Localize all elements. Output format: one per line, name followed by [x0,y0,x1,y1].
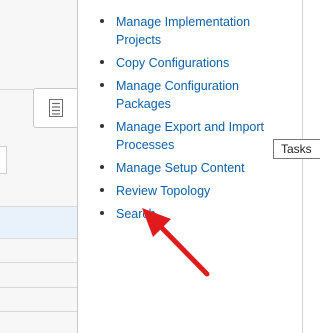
task-link-review-topology[interactable]: Review Topology [116,184,210,198]
background-page [0,0,77,333]
task-link-manage-implementation-projects[interactable]: Manage Implementation Projects [116,15,250,47]
task-link-manage-setup-content[interactable]: Manage Setup Content [116,161,245,175]
divider [0,287,77,288]
tasks-list-icon [49,99,63,117]
tasks-list: Manage Implementation Projects Copy Conf… [97,13,287,228]
task-link-manage-export-import-processes[interactable]: Manage Export and Import Processes [116,120,264,152]
divider [0,311,77,312]
list-item: Manage Configuration Packages [97,77,287,113]
task-link-search[interactable]: Search [116,207,156,221]
list-item: Copy Configurations [97,54,287,72]
task-link-copy-configurations[interactable]: Copy Configurations [116,56,229,70]
list-item: Review Topology [97,182,287,200]
tasks-tooltip: Tasks [273,139,320,159]
divider [0,262,77,263]
task-link-manage-configuration-packages[interactable]: Manage Configuration Packages [116,79,239,111]
divider [0,238,77,239]
list-item: Manage Setup Content [97,159,287,177]
background-input[interactable] [0,146,7,174]
selected-row[interactable] [0,207,77,238]
list-item: Search [97,205,287,223]
panel-right-border [302,0,303,333]
list-item: Manage Export and Import Processes [97,118,287,154]
list-item: Manage Implementation Projects [97,13,287,49]
tasks-tab[interactable] [33,88,77,128]
